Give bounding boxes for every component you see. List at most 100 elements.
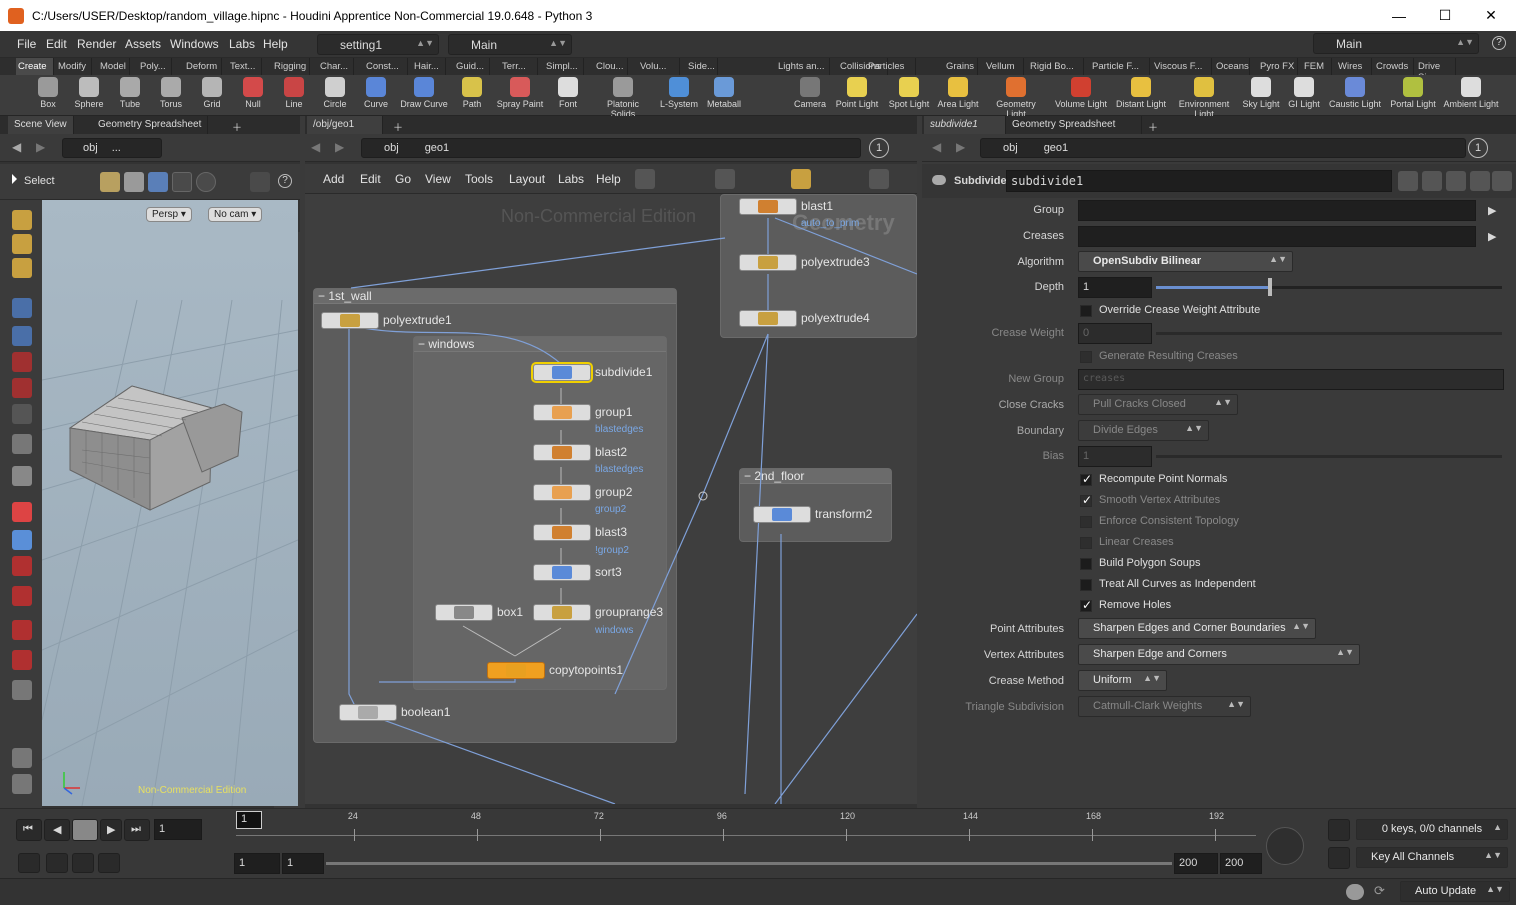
shelf-tool-volume-light[interactable]: Volume Light (1053, 77, 1109, 109)
node-subdivide1[interactable] (531, 362, 593, 383)
group-field[interactable] (1078, 200, 1476, 221)
end-frame-field-2[interactable]: 200 (1220, 853, 1262, 874)
viewer-tool-icon[interactable] (12, 556, 32, 576)
stop-button[interactable] (72, 819, 98, 841)
menu-file[interactable]: File (17, 37, 36, 51)
param-badge[interactable]: 1 (1468, 138, 1488, 158)
viewer-tool-icon[interactable] (12, 210, 32, 230)
viewer-tool-icon[interactable] (12, 620, 32, 640)
wrench-icon[interactable] (635, 169, 655, 189)
add-tab-icon[interactable]: ＋ (226, 116, 248, 134)
shelf-tab[interactable]: Side... (686, 58, 718, 75)
menu-help[interactable]: Help (263, 37, 288, 51)
shelf-tab[interactable]: Text... (228, 58, 262, 75)
shelf-tab[interactable]: Particle F... (1090, 58, 1150, 75)
network-canvas[interactable]: Non-Commercial Edition − 1st_wall − wind… (305, 194, 917, 804)
network-path-box[interactable]: obj geo1 (361, 138, 861, 158)
help-h-icon[interactable] (1422, 171, 1442, 191)
shelf-tab[interactable]: FEM (1302, 58, 1332, 75)
persp-menu[interactable]: Persp ▾ (146, 207, 192, 222)
recompute-checkbox[interactable] (1080, 472, 1092, 486)
timeline-ruler[interactable]: 1 24 48 72 96 120 144 168 192 (236, 809, 1256, 849)
search-icon[interactable] (1446, 171, 1466, 191)
auto-update-menu[interactable]: Auto Update ▲▼ (1400, 881, 1510, 902)
viewer-tool-icon[interactable] (12, 680, 32, 700)
viewer-tool-icon[interactable] (12, 586, 32, 606)
desktop-select[interactable]: setting1 ▲▼ (317, 34, 439, 55)
node-grouprange3[interactable] (533, 604, 591, 621)
viewer-tool-icon[interactable] (12, 502, 32, 522)
net-menu-labs[interactable]: Labs (558, 172, 584, 186)
point-attributes-menu[interactable]: Sharpen Edges and Corner Boundaries ▲▼ (1078, 618, 1316, 639)
forward-arrow-icon[interactable]: ▶ (956, 140, 965, 154)
primitive-mode-icon[interactable] (148, 172, 168, 192)
shelf-tab[interactable]: Hair... (412, 58, 446, 75)
vertex-attributes-menu[interactable]: Sharpen Edge and Corners ▲▼ (1078, 644, 1360, 665)
jump-end-button[interactable]: ⏭ (124, 819, 150, 841)
net-menu-view[interactable]: View (425, 172, 451, 186)
net-menu-edit[interactable]: Edit (360, 172, 381, 186)
shelf-tab[interactable]: Particles (866, 58, 916, 75)
menu-windows[interactable]: Windows (170, 37, 219, 51)
shelf-tab[interactable]: Wires (1336, 58, 1372, 75)
node-polyextrude4[interactable] (739, 310, 797, 327)
edge-mode-icon[interactable] (196, 172, 216, 192)
viewer-tool-icon[interactable] (12, 530, 32, 550)
select-tool-label[interactable]: Select (24, 175, 55, 187)
back-arrow-icon[interactable]: ◀ (311, 140, 320, 154)
tab-subdivide1[interactable]: subdivide1 (924, 116, 1006, 134)
channel-icon[interactable] (1328, 819, 1350, 841)
shelf-tool-metaball[interactable]: Metaball (696, 77, 752, 109)
shelf-tool-point-light[interactable]: Point Light (829, 77, 885, 109)
viewer-tool-icon[interactable] (12, 326, 32, 346)
tab-param-geometry-spreadsheet[interactable]: Geometry Spreadsheet (1006, 116, 1142, 134)
back-arrow-icon[interactable]: ◀ (932, 140, 941, 154)
crease-weight-slider[interactable] (1156, 332, 1502, 335)
node-blast1[interactable] (739, 198, 797, 215)
tab-geometry-spreadsheet[interactable]: Geometry Spreadsheet (92, 116, 209, 134)
creases-field[interactable] (1078, 226, 1476, 247)
viewer-tool-icon[interactable] (12, 650, 32, 670)
key-icon[interactable] (1266, 827, 1304, 865)
start-frame-field-2[interactable]: 1 (282, 853, 324, 874)
play-reverse-button[interactable]: ◀ (44, 819, 70, 841)
shelf-tool-portal-light[interactable]: Portal Light (1385, 77, 1441, 109)
shelf-tab[interactable]: Model (98, 58, 130, 75)
play-button[interactable]: ▶ (100, 819, 122, 841)
node-box1[interactable] (435, 604, 493, 621)
add-tab-icon[interactable]: ＋ (1142, 116, 1164, 134)
shelf-tool-spot-light[interactable]: Spot Light (881, 77, 937, 109)
right-desktop-select[interactable]: Main ▲▼ (1313, 33, 1479, 54)
shelf-tab[interactable]: Deform (184, 58, 222, 75)
shelf-tab[interactable]: Rigging (272, 58, 310, 75)
camera-menu[interactable]: No cam ▾ (208, 207, 263, 222)
smooth-checkbox[interactable] (1080, 493, 1092, 507)
shelf-tool-geometry-light[interactable]: Geometry Light (988, 77, 1044, 119)
node-copytopoints1[interactable] (487, 662, 545, 679)
shelf-tool-area-light[interactable]: Area Light (930, 77, 986, 109)
select-mode-icon[interactable] (100, 172, 120, 192)
viewer-tool-icon[interactable] (12, 748, 32, 768)
question-icon[interactable] (1492, 171, 1512, 191)
shelf-tool-font[interactable]: Font (540, 77, 596, 109)
viewer-tool-icon[interactable] (12, 234, 32, 254)
shelf-tab[interactable]: Viscous F... (1152, 58, 1212, 75)
viewer-tool-icon[interactable] (12, 378, 32, 398)
clock-icon[interactable] (98, 853, 120, 873)
point-mode-icon[interactable] (172, 172, 192, 192)
network-badge[interactable]: 1 (869, 138, 889, 158)
shelf-tool-distant-light[interactable]: Distant Light (1113, 77, 1169, 109)
shelf-tab[interactable]: Pyro FX (1258, 58, 1298, 75)
node-polyextrude3[interactable] (739, 254, 797, 271)
shelf-tab[interactable]: Guid... (454, 58, 490, 75)
forward-arrow-icon[interactable]: ▶ (335, 140, 344, 154)
net-menu-layout[interactable]: Layout (509, 172, 545, 186)
remove-holes-checkbox[interactable] (1080, 598, 1092, 612)
realtime-toggle-icon[interactable] (18, 853, 40, 873)
param-path-box[interactable]: obj geo1 (980, 138, 1466, 158)
shelf-tab[interactable]: Modify (56, 58, 92, 75)
tab-scene-view[interactable]: Scene View (8, 116, 74, 134)
net-menu-go[interactable]: Go (395, 172, 411, 186)
linear-checkbox[interactable] (1080, 537, 1092, 549)
start-frame-field[interactable]: 1 (234, 853, 280, 874)
